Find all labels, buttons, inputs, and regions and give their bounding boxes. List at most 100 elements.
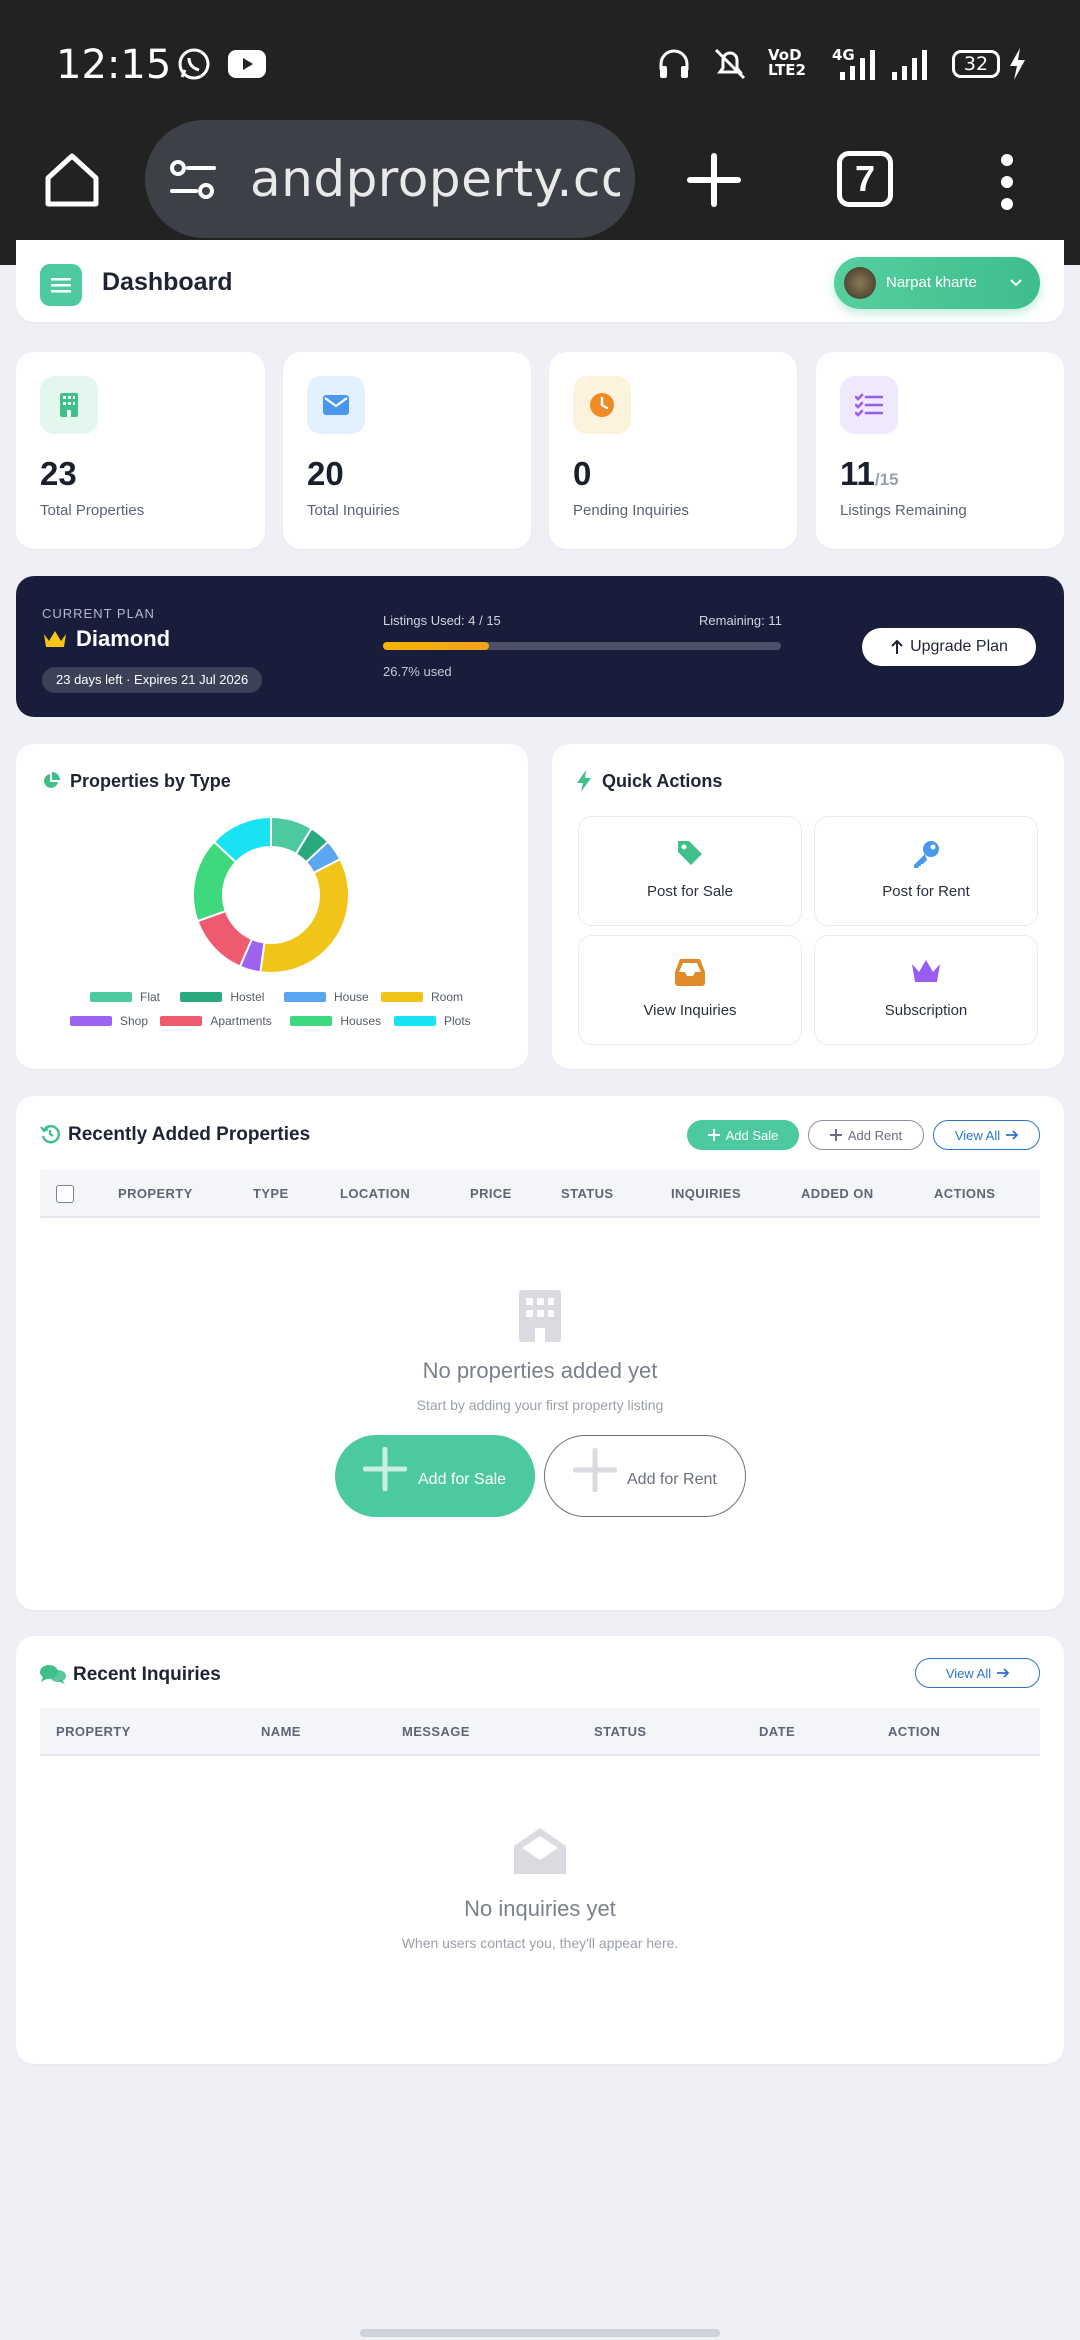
column-header[interactable]: INQUIRIES (671, 1170, 741, 1218)
plan-expiry-badge: 23 days left · Expires 21 Jul 2026 (42, 667, 263, 693)
stat-card-total-properties[interactable]: 23 Total Properties (16, 352, 265, 549)
history-icon (40, 1125, 60, 1144)
stat-card-pending-inquiries[interactable]: 0 Pending Inquiries (549, 352, 797, 549)
hamburger-icon (51, 278, 71, 293)
usage-progress-fill (383, 642, 490, 650)
url-text: andproperty.com (250, 150, 620, 208)
select-all-checkbox[interactable] (56, 1185, 74, 1203)
column-header[interactable]: NAME (261, 1708, 301, 1756)
arrow-right-icon (997, 1668, 1010, 1678)
chart-legend: Flat Hostel House Room Shop Apartments Houses P… (16, 744, 528, 1069)
arrow-up-icon (891, 639, 903, 654)
recent-properties-card: Recently Added Properties Add Sale Add R… (16, 1096, 1064, 1610)
youtube-icon (228, 50, 266, 78)
card-title: Recently Added Properties (68, 1124, 311, 1145)
empty-subtitle: When users contact you, they'll appear h… (401, 1935, 679, 1951)
view-all-properties-button[interactable]: View All (933, 1120, 1040, 1150)
card-title: Recent Inquiries (73, 1664, 221, 1685)
legend-item-plots[interactable]: Plots (394, 1014, 471, 1028)
add-sale-label: Add Sale (725, 1127, 779, 1143)
upgrade-plan-button[interactable]: Upgrade Plan (862, 628, 1036, 666)
legend-label: Apartments (210, 1014, 272, 1028)
plan-label: CURRENT PLAN (42, 606, 155, 621)
column-header[interactable]: MESSAGE (402, 1708, 470, 1756)
legend-label: Shop (120, 1014, 149, 1028)
crown-icon (44, 631, 66, 647)
legend-swatch (381, 992, 423, 1002)
quick-action-label: Post for Sale (647, 883, 733, 900)
legend-item-houses[interactable]: Houses (290, 1014, 381, 1028)
legend-label: Room (431, 990, 464, 1004)
legend-swatch (90, 992, 132, 1002)
add-for-sale-label: Add for Sale (418, 1471, 507, 1488)
subscription-button[interactable]: Subscription (814, 935, 1038, 1045)
column-header[interactable]: TYPE (253, 1170, 289, 1218)
stat-card-listings-remaining[interactable]: 11/15 Listings Remaining (816, 352, 1064, 549)
post-for-sale-button[interactable]: Post for Sale (578, 816, 802, 926)
new-tab-icon[interactable] (686, 152, 742, 208)
plus-icon (573, 1448, 617, 1492)
menu-toggle-button[interactable] (40, 264, 82, 306)
column-header[interactable]: STATUS (594, 1708, 646, 1756)
stat-label: Total Inquiries (307, 502, 400, 519)
signal-4g-icon: 4G (832, 46, 875, 80)
tab-switcher-button[interactable]: 7 (837, 151, 893, 207)
legend-label: Flat (140, 990, 161, 1004)
column-header[interactable]: STATUS (561, 1170, 613, 1218)
more-menu-icon[interactable] (994, 152, 1020, 212)
avatar (844, 267, 876, 299)
legend-label: Houses (340, 1014, 382, 1028)
legend-item-shop[interactable]: Shop (70, 1014, 148, 1028)
user-menu-button[interactable]: Narpat kharte (834, 257, 1040, 309)
add-rent-button[interactable]: Add Rent (808, 1120, 924, 1150)
page-title: Dashboard (102, 268, 233, 296)
view-all-inquiries-button[interactable]: View All (915, 1658, 1040, 1688)
plus-icon (829, 1129, 842, 1141)
headphones-icon (659, 49, 689, 78)
used-percent-text: 26.7% used (383, 664, 452, 679)
legend-item-flat[interactable]: Flat (90, 990, 160, 1004)
column-header[interactable]: PROPERTY (56, 1708, 131, 1756)
add-rent-label: Add Rent (847, 1127, 903, 1143)
legend-item-hostel[interactable]: Hostel (180, 990, 264, 1004)
volte-icon: VoD LTE2 (768, 46, 806, 79)
building-icon (40, 376, 98, 434)
inquiries-table-header: PROPERTY NAME MESSAGE STATUS DATE ACTION (40, 1708, 1040, 1756)
clock-icon (573, 376, 631, 434)
column-header[interactable]: DATE (759, 1708, 795, 1756)
legend-item-house[interactable]: House (284, 990, 369, 1004)
column-header[interactable]: PROPERTY (118, 1170, 193, 1218)
legend-swatch (180, 992, 223, 1002)
stat-label: Pending Inquiries (573, 502, 689, 519)
column-header[interactable]: PRICE (470, 1170, 512, 1218)
recent-inquiries-card: Recent Inquiries View All PROPERTY NAME … (16, 1636, 1064, 2064)
legend-item-apartments[interactable]: Apartments (160, 1014, 272, 1028)
legend-item-room[interactable]: Room (381, 990, 463, 1004)
column-header[interactable]: ADDED ON (801, 1170, 874, 1218)
add-for-sale-button[interactable]: Add for Sale (335, 1435, 535, 1517)
column-header[interactable]: ACTION (888, 1708, 940, 1756)
add-for-rent-button[interactable]: Add for Rent (544, 1435, 746, 1517)
gesture-bar[interactable] (360, 2329, 720, 2337)
view-inquiries-button[interactable]: View Inquiries (578, 935, 802, 1045)
stat-value: 20 (307, 455, 344, 492)
stat-card-total-inquiries[interactable]: 20 Total Inquiries (283, 352, 531, 549)
legend-label: Plots (444, 1014, 471, 1028)
checklist-icon (840, 376, 898, 434)
quick-actions-card: Quick Actions Post for Sale Post for Ren… (552, 744, 1064, 1069)
home-icon[interactable] (40, 148, 104, 212)
column-header[interactable]: ACTIONS (934, 1170, 995, 1218)
site-settings-icon[interactable] (168, 155, 218, 205)
user-name: Narpat kharte (886, 274, 977, 291)
add-sale-button[interactable]: Add Sale (687, 1120, 799, 1150)
plus-icon (707, 1129, 720, 1141)
legend-swatch (284, 992, 326, 1002)
arrow-right-icon (1006, 1130, 1019, 1140)
legend-swatch (394, 1016, 436, 1026)
legend-swatch (70, 1016, 112, 1026)
stat-value: 0 (573, 455, 592, 492)
post-for-rent-button[interactable]: Post for Rent (814, 816, 1038, 926)
svg-text:4G: 4G (832, 46, 855, 64)
column-header[interactable]: LOCATION (340, 1170, 410, 1218)
tag-icon (678, 841, 702, 865)
